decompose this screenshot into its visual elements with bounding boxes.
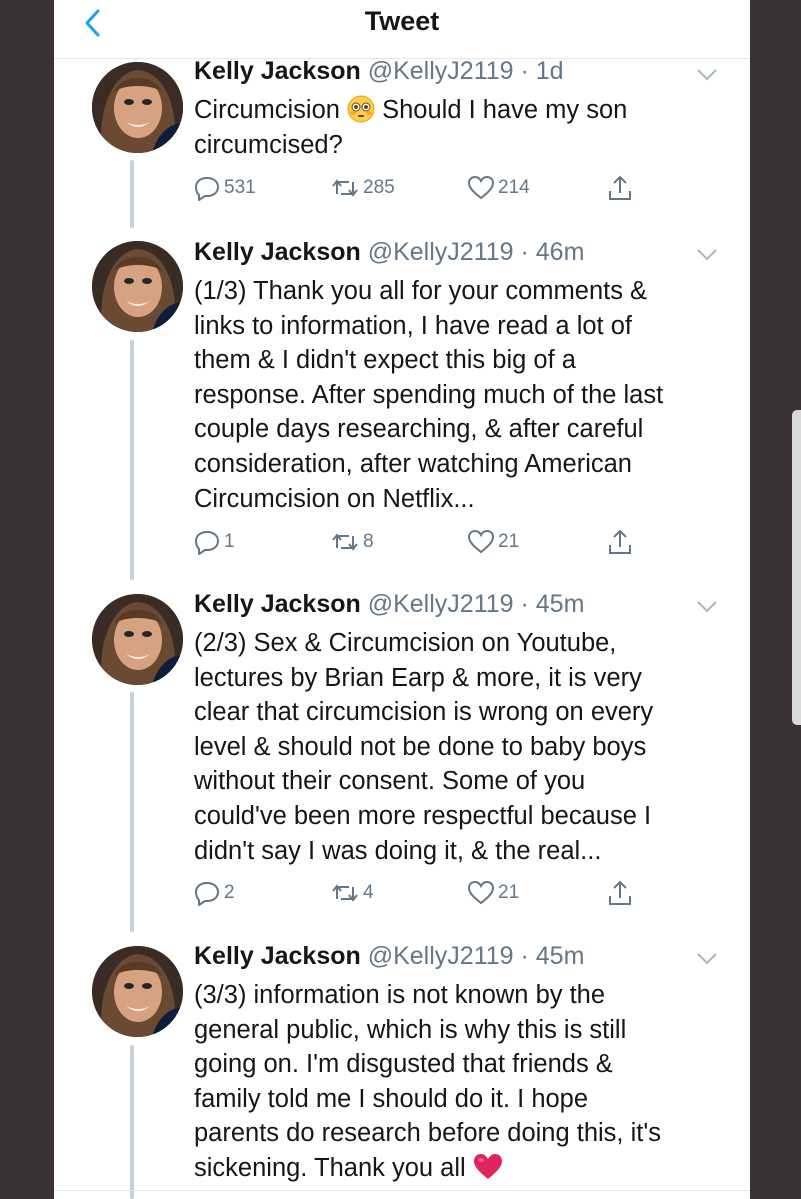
display-name[interactable]: Kelly Jackson bbox=[194, 590, 361, 618]
avatar[interactable] bbox=[92, 946, 183, 1037]
timestamp[interactable]: · 46m bbox=[521, 238, 585, 266]
reply-button[interactable]: 1 bbox=[193, 526, 235, 558]
page-title: Tweet bbox=[364, 6, 440, 36]
display-name[interactable]: Kelly Jackson bbox=[194, 942, 361, 970]
heart-icon bbox=[467, 529, 495, 554]
tweet-text: (2/3) Sex & Circumcision on Youtube, lec… bbox=[194, 629, 654, 865]
share-icon bbox=[609, 529, 631, 554]
scrollbar[interactable] bbox=[792, 410, 801, 725]
thread-connector bbox=[130, 160, 134, 228]
chevron-down-icon[interactable] bbox=[694, 66, 720, 84]
reply-icon bbox=[195, 177, 219, 201]
reply-icon bbox=[195, 531, 219, 555]
profile-photo bbox=[92, 594, 183, 685]
retweet-icon bbox=[332, 533, 358, 551]
like-count: 214 bbox=[498, 177, 530, 198]
share-button[interactable] bbox=[606, 877, 634, 909]
retweet-icon bbox=[332, 884, 358, 902]
tweet-text: Circumcision Should I have my son circum… bbox=[194, 93, 724, 162]
retweet-count: 8 bbox=[363, 531, 374, 552]
user-handle[interactable]: @KellyJ2119 bbox=[368, 57, 514, 85]
heart-icon bbox=[467, 175, 495, 200]
retweet-count: 4 bbox=[363, 882, 374, 903]
profile-photo bbox=[92, 62, 183, 153]
retweet-button[interactable]: 4 bbox=[330, 877, 374, 909]
reply-count: 1 bbox=[224, 531, 235, 552]
like-count: 21 bbox=[498, 882, 520, 903]
avatar[interactable] bbox=[92, 62, 183, 153]
retweet-button[interactable]: 8 bbox=[330, 526, 374, 558]
tweet-header: Kelly Jackson @KellyJ2119 · 1d bbox=[194, 57, 564, 86]
heart-icon bbox=[467, 880, 495, 905]
flushed-face-emoji bbox=[347, 95, 375, 123]
tweet-text: (1/3) Thank you all for your comments & … bbox=[194, 277, 664, 513]
tweet-text-part: Circumcision bbox=[194, 96, 348, 124]
timestamp[interactable]: · 45m bbox=[521, 590, 585, 618]
tweet-text: (3/3) information is not known by the ge… bbox=[194, 978, 724, 1186]
reply-button[interactable]: 531 bbox=[193, 172, 256, 204]
share-button[interactable] bbox=[606, 526, 634, 558]
tweet-thread-screen: Tweet Kelly Jackson @KellyJ2119 · 1d Cir… bbox=[54, 0, 750, 1199]
tweet-header: Kelly Jackson @KellyJ2119 · 45m bbox=[194, 590, 584, 619]
user-handle[interactable]: @KellyJ2119 bbox=[368, 942, 514, 970]
top-nav-bar: Tweet bbox=[54, 0, 750, 59]
profile-photo bbox=[92, 946, 183, 1037]
tweet-text-part: (3/3) information is not known by the ge… bbox=[194, 981, 661, 1182]
display-name[interactable]: Kelly Jackson bbox=[194, 238, 361, 266]
reply-count: 531 bbox=[224, 177, 256, 198]
user-handle[interactable]: @KellyJ2119 bbox=[368, 238, 514, 266]
thread-connector bbox=[130, 692, 134, 932]
timestamp[interactable]: · 1d bbox=[521, 57, 564, 85]
retweet-button[interactable]: 285 bbox=[330, 172, 395, 204]
share-button[interactable] bbox=[606, 172, 634, 204]
red-heart-emoji bbox=[473, 1153, 502, 1179]
chevron-down-icon[interactable] bbox=[694, 598, 720, 616]
divider bbox=[54, 1190, 750, 1191]
retweet-icon bbox=[332, 179, 358, 197]
tweet-header: Kelly Jackson @KellyJ2119 · 46m bbox=[194, 238, 584, 267]
chevron-down-icon[interactable] bbox=[694, 950, 720, 968]
tweet-header: Kelly Jackson @KellyJ2119 · 45m bbox=[194, 942, 584, 971]
share-icon bbox=[609, 880, 631, 905]
like-count: 21 bbox=[498, 531, 520, 552]
like-button[interactable]: 214 bbox=[467, 172, 530, 204]
avatar[interactable] bbox=[92, 241, 183, 332]
thread-connector bbox=[130, 1045, 134, 1199]
like-button[interactable]: 21 bbox=[467, 877, 519, 909]
avatar[interactable] bbox=[92, 594, 183, 685]
retweet-count: 285 bbox=[363, 177, 395, 198]
display-name[interactable]: Kelly Jackson bbox=[194, 57, 361, 85]
user-handle[interactable]: @KellyJ2119 bbox=[368, 590, 514, 618]
thread-connector bbox=[130, 340, 134, 580]
like-button[interactable]: 21 bbox=[467, 526, 519, 558]
reply-icon bbox=[195, 882, 219, 906]
profile-photo bbox=[92, 241, 183, 332]
reply-button[interactable]: 2 bbox=[193, 877, 235, 909]
share-icon bbox=[609, 175, 631, 200]
chevron-down-icon[interactable] bbox=[694, 246, 720, 264]
timestamp[interactable]: · 45m bbox=[521, 942, 585, 970]
reply-count: 2 bbox=[224, 882, 235, 903]
